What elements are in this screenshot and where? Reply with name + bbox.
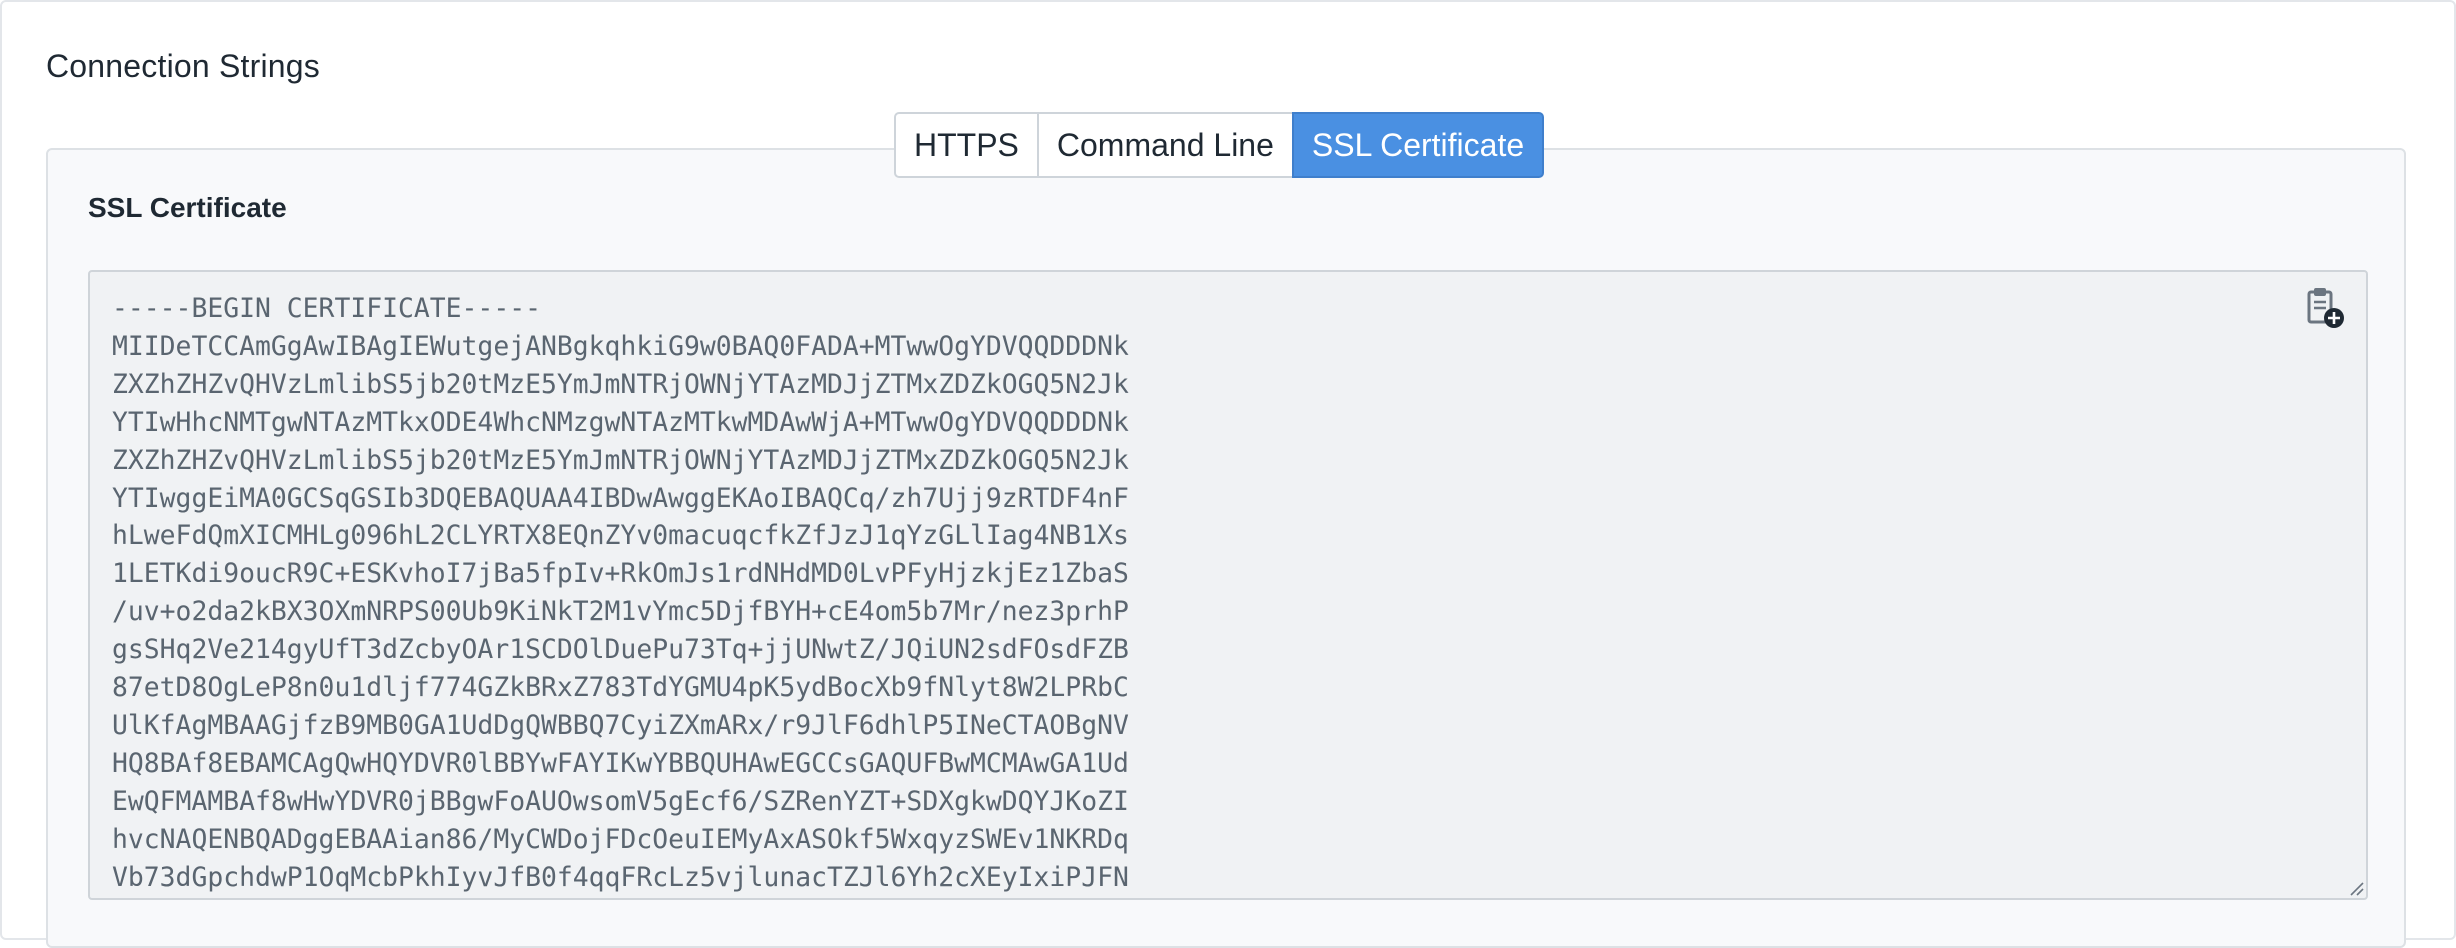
certificate-label: SSL Certificate	[88, 192, 287, 223]
tab-https[interactable]: HTTPS	[894, 112, 1039, 178]
clipboard-plus-icon	[2307, 288, 2344, 328]
tab-command-line[interactable]: Command Line	[1036, 112, 1294, 178]
certificate-textarea[interactable]: -----BEGIN CERTIFICATE----- MIIDeTCCAmGg…	[88, 270, 2368, 900]
connection-panel: SSL Certificate -----BEGIN CERTIFICATE--…	[46, 148, 2406, 948]
certificate-text[interactable]: -----BEGIN CERTIFICATE----- MIIDeTCCAmGg…	[90, 272, 2366, 897]
resize-grip-icon[interactable]	[2348, 880, 2364, 896]
tab-ssl-certificate[interactable]: SSL Certificate	[1291, 112, 1545, 178]
connection-strings-card: Connection Strings SSL Certificate -----…	[0, 0, 2456, 948]
copy-to-clipboard-button[interactable]	[2304, 286, 2348, 330]
connection-type-tabs: HTTPS Command Line SSL Certificate	[894, 112, 1545, 178]
section-title: Connection Strings	[46, 48, 320, 84]
